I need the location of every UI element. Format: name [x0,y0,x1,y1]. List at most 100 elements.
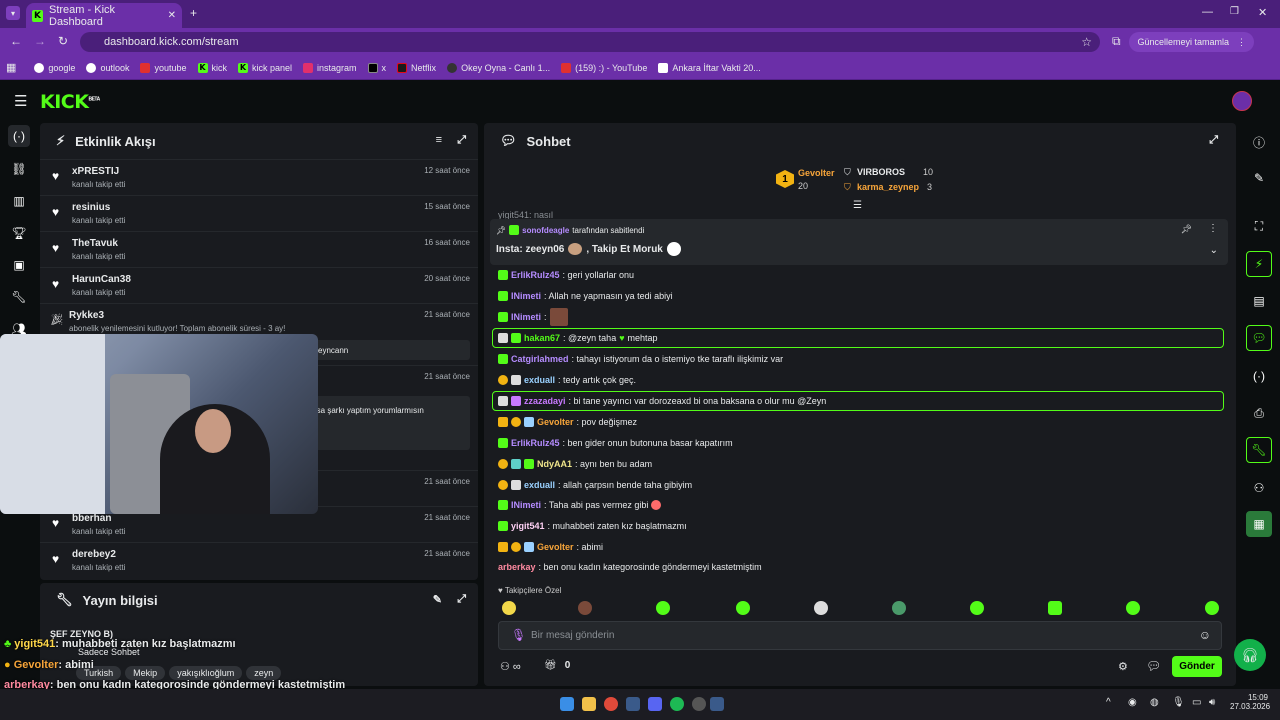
bookmark-kick[interactable]: Kkick [197,62,227,73]
crop-icon[interactable]: ⛶ [1246,213,1272,239]
more-options-icon[interactable]: ⋮ [1208,223,1218,234]
close-tab-icon[interactable]: ✕ [168,10,176,21]
wrench-icon[interactable]: 🔧︎ [1246,437,1272,463]
info-icon[interactable]: ⓘ [1246,129,1272,155]
emote-button[interactable] [656,601,670,615]
filter-icon[interactable]: ≡ [436,134,442,146]
analytics-icon[interactable]: ▥ [8,190,30,212]
link-icon[interactable]: ⛓ [8,158,30,180]
chat-input[interactable]: 🎙︎ Bir mesaj gönderin ☺ [498,621,1222,650]
update-button[interactable]: Güncellemeyi tamamla ⋮ [1129,32,1254,52]
windows-taskbar: ^ ◉ ◍ 🎙︎ ▭ 🔊︎ 15:09 27.03.2026 [0,689,1280,720]
emote-button[interactable] [892,601,906,615]
bookmark-star-icon[interactable]: ☆ [1081,35,1092,49]
hamburger-menu-icon[interactable]: ☰ [14,92,27,110]
popout-icon[interactable]: ⤢ [1209,134,1218,147]
emote-button[interactable] [1205,601,1219,615]
new-tab-icon[interactable]: + [190,6,197,20]
emote-button[interactable] [736,601,750,615]
bookmark-instagram[interactable]: instagram [303,62,357,73]
discord-tray-icon[interactable]: ◉ [1128,697,1137,708]
app-icon[interactable]: ▦ [1246,511,1272,537]
broadcast-icon[interactable]: (·) [1246,363,1272,389]
minimize-icon[interactable]: — [1202,6,1213,18]
right-sidebar: ⓘ ✎ ⛶ ⚡︎ ▤ 💬︎ (·) ⎙ 🔧︎ ⚇ ▦ [1240,121,1280,686]
trophy-icon[interactable]: 🏆︎ [8,222,30,244]
clock[interactable]: 15:09 27.03.2026 [1230,693,1270,711]
community-icon[interactable]: ⚇ [1246,475,1272,501]
user-avatar[interactable] [1232,91,1252,111]
tray-chevron-icon[interactable]: ^ [1106,697,1111,708]
bookmark-youtube[interactable]: youtube [140,62,187,73]
bookmark-netflix[interactable]: Netflix [397,62,436,73]
emote-icon [568,243,583,255]
bookmark-ankara-iftar[interactable]: Ankara İftar Vakti 20... [658,62,761,73]
edit-pencil-icon[interactable]: ✎ [433,593,442,606]
stream-icon[interactable]: (·) [8,125,30,147]
network-icon[interactable]: ▭ [1192,697,1201,708]
microphone-icon[interactable]: 🎙︎ [511,628,526,642]
wrench-icon[interactable]: 🔧︎ [8,286,30,308]
chat-message: ErlikRulz45: geri yollarlar onu [498,270,634,280]
collapse-leaders-icon[interactable]: ☰ [853,200,862,211]
file-explorer-icon[interactable] [582,697,596,711]
print-icon[interactable]: ⎙ [1246,400,1272,426]
maximize-icon[interactable]: ❐ [1230,6,1239,17]
emote-button[interactable] [814,601,828,615]
volume-icon[interactable]: 🔊︎ [1209,697,1215,708]
heart-icon: ♥ [498,586,503,595]
send-button[interactable]: Gönder [1172,656,1222,677]
support-headset-icon[interactable]: 🎧︎ [1234,639,1266,671]
points-icon[interactable]: ⚇ ∞ [500,660,521,673]
gift-counter[interactable]: 🎁︎ 0 [544,660,570,671]
lightning-icon[interactable]: ⚡︎ [1246,251,1272,277]
steam-icon-2[interactable] [710,697,724,711]
bookmark-youtube-159[interactable]: (159) :) - YouTube [561,62,647,73]
bookmark-kick-panel[interactable]: Kkick panel [238,62,292,73]
steam-icon[interactable] [626,697,640,711]
heart-icon: ♥ [52,241,60,255]
kick-logo[interactable]: KICKBETA [40,91,100,113]
discord-icon[interactable] [648,697,662,711]
start-icon[interactable] [560,697,574,711]
spotify-icon[interactable] [670,697,684,711]
emote-button[interactable] [970,601,984,615]
leader-name[interactable]: karma_zeynep [857,182,919,192]
chat-icon[interactable]: 💬︎ [1246,325,1272,351]
emote-button[interactable] [1126,601,1140,615]
extensions-icon[interactable]: ⧉ [1112,34,1121,49]
forward-icon[interactable]: → [34,34,46,48]
bookmark-outlook[interactable]: outlook [86,62,129,73]
steam-tray-icon[interactable]: ◍ [1150,697,1159,708]
browser-tab[interactable]: K Stream - Kick Dashboard ✕ [26,3,182,28]
emote-button[interactable] [1048,601,1062,615]
tab-search-icon[interactable]: ▾ [6,6,20,20]
mic-tray-icon[interactable]: 🎙︎ [1172,697,1185,708]
video-icon[interactable]: ▣ [8,254,30,276]
popout-icon[interactable]: ⤢ [457,593,466,606]
leader-name[interactable]: Gevolter [798,168,835,178]
leader-name[interactable]: VIRBOROS [857,167,905,177]
bookmark-okey[interactable]: Okey Oyna - Canlı 1... [447,62,550,73]
obs-icon[interactable] [692,697,706,711]
bookmark-google[interactable]: google [34,62,75,73]
close-window-icon[interactable]: ✕ [1258,6,1267,19]
popout-icon[interactable]: ⤢ [457,134,466,147]
chat-bot-icon[interactable]: 💬︎ [1146,659,1161,673]
expand-chevron-icon[interactable]: ⌄ [1210,245,1218,256]
emoji-icon[interactable]: ☺ [1199,628,1211,642]
settings-gear-icon[interactable]: ⚙ [1118,660,1128,673]
chat-title: Sohbet [526,133,571,149]
apps-icon[interactable]: ▦ [6,61,16,74]
list-item: ♥ TheTavuk kanalı takip etti 16 saat önce [40,231,478,267]
reload-icon[interactable]: ↻ [58,34,68,48]
back-icon[interactable]: ← [10,34,22,48]
url-field[interactable]: dashboard.kick.com/stream ☆ [80,32,1100,52]
edit-icon[interactable]: ✎ [1246,165,1272,191]
emote-button[interactable] [502,601,516,615]
bookmark-x[interactable]: x [367,62,386,73]
unpin-icon[interactable]: 📌︎ [1181,224,1192,235]
document-icon[interactable]: ▤ [1246,288,1272,314]
chrome-icon[interactable] [604,697,618,711]
emote-button[interactable] [578,601,592,615]
